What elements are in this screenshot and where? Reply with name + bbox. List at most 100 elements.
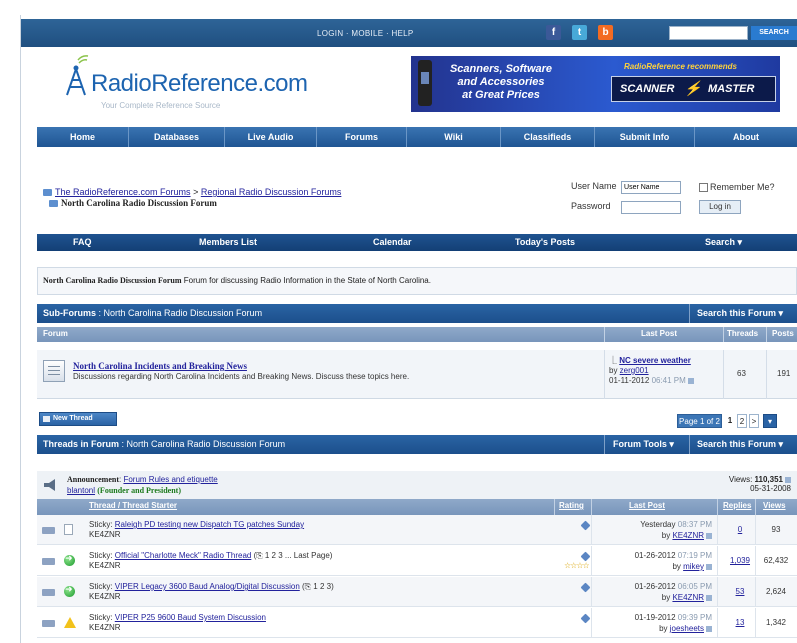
scanner-master-banner[interactable]: Scanners, Software and Accessories at Gr…	[411, 56, 780, 112]
thread-title-link[interactable]: VIPER Legacy 3600 Baud Analog/Digital Di…	[115, 582, 300, 591]
go-to-last-post-icon[interactable]	[706, 594, 712, 601]
username-input[interactable]	[621, 181, 682, 194]
col-forum: Forum	[43, 329, 68, 338]
col-posts: Posts	[772, 329, 794, 338]
subforum-posts-count: 191	[777, 369, 791, 378]
thread-replies-link[interactable]: 13	[727, 618, 753, 627]
password-input[interactable]	[621, 201, 682, 214]
page-of-label[interactable]: Page 1 of 2	[677, 414, 722, 428]
sticky-status-icon	[42, 620, 55, 627]
forum-home-icon	[43, 189, 52, 197]
megaphone-icon	[44, 479, 55, 491]
sticky-status-icon	[42, 527, 55, 534]
subforum-title-link[interactable]: North Carolina Incidents and Breaking Ne…	[73, 361, 247, 371]
page: LOGIN · MOBILE · HELP f t b SEARCH Radio…	[20, 15, 797, 643]
subforums-header: Sub-Forums : North Carolina Radio Discus…	[37, 304, 797, 323]
last-post-user-link[interactable]: zerg001	[620, 366, 649, 375]
site-search-button[interactable]: SEARCH	[751, 26, 797, 40]
subnav-search[interactable]: Search ▾	[705, 237, 742, 248]
new-thread-button[interactable]: New Thread	[39, 412, 117, 426]
nav-wiki[interactable]: Wiki	[407, 127, 501, 147]
col-lastpost[interactable]: Last Post	[629, 501, 665, 510]
site-logo[interactable]: RadioReference.com	[91, 70, 308, 98]
twitter-icon[interactable]: t	[572, 25, 587, 40]
col-thread[interactable]: Thread / Thread Starter	[89, 501, 177, 510]
top-links[interactable]: LOGIN · MOBILE · HELP	[317, 29, 414, 38]
col-views[interactable]: Views	[763, 501, 786, 510]
thread-starter: KE4ZNR	[89, 561, 121, 570]
page-next-link[interactable]: >	[749, 414, 759, 428]
main-nav: Home Databases Live Audio Forums Wiki Cl…	[37, 127, 797, 147]
nav-classifieds[interactable]: Classifieds	[501, 127, 595, 147]
subforums-search-dropdown[interactable]: Search this Forum ▾	[697, 308, 783, 319]
banner-recommends: RadioReference recommends	[624, 62, 737, 71]
page-2-link[interactable]: 2	[737, 414, 747, 428]
thread-warning-icon	[64, 617, 76, 628]
nav-forums[interactable]: Forums	[317, 127, 407, 147]
thread-last-post: 01-26-2012 07:19 PM by mikey	[634, 551, 712, 571]
threads-header: Threads in Forum : North Carolina Radio …	[37, 435, 797, 454]
announcement-title-link[interactable]: Forum Rules and etiquette	[123, 475, 217, 484]
announcement-user-role: (Founder and President)	[97, 486, 181, 495]
go-to-last-post-icon[interactable]	[706, 625, 712, 632]
page-jump-dropdown[interactable]: ▾	[763, 414, 777, 428]
thread-replies-link[interactable]: 1,039	[727, 556, 753, 565]
nav-databases[interactable]: Databases	[129, 127, 225, 147]
thread-replies-link[interactable]: 53	[727, 587, 753, 596]
announcement-row: Announcement: Forum Rules and etiquette …	[37, 471, 797, 501]
subforum-last-post: ⎿ NC severe weather by zerg001 01-11-201…	[609, 356, 694, 386]
threads-column-header: Thread / Thread Starter Rating Last Post…	[37, 499, 797, 515]
thread-row: Sticky: VIPER Legacy 3600 Baud Analog/Di…	[37, 577, 797, 607]
last-poster-link[interactable]: KE4ZNR	[672, 593, 704, 602]
pin-icon	[580, 520, 591, 531]
announcement-stats: Views: 110,351 05-31-2008	[728, 475, 791, 493]
page-current: 1	[727, 416, 733, 425]
subnav-faq[interactable]: FAQ	[73, 237, 92, 247]
remember-me-checkbox[interactable]	[699, 183, 708, 193]
last-poster-link[interactable]: mikey	[683, 562, 704, 571]
last-poster-link[interactable]: KE4ZNR	[672, 531, 704, 540]
breadcrumb-forums-link[interactable]: The RadioReference.com Forums	[55, 187, 191, 197]
blogger-icon[interactable]: b	[598, 25, 613, 40]
forum-tools-dropdown[interactable]: Forum Tools ▾	[613, 439, 674, 450]
facebook-icon[interactable]: f	[546, 25, 561, 40]
pin-icon	[580, 613, 591, 624]
thread-title-link[interactable]: Official "Charlotte Meck" Radio Thread	[115, 551, 252, 560]
nav-about[interactable]: About	[695, 127, 797, 147]
thread-views: 62,432	[763, 556, 789, 565]
last-post-title-link[interactable]: NC severe weather	[619, 356, 691, 365]
breadcrumb: The RadioReference.com Forums > Regional…	[43, 187, 341, 197]
thread-row: Sticky: VIPER P25 9600 Baud System Discu…	[37, 608, 797, 638]
pin-icon	[580, 551, 591, 562]
thread-row: Sticky: Raleigh PD testing new Dispatch …	[37, 515, 797, 545]
subnav-todays-posts[interactable]: Today's Posts	[515, 237, 575, 247]
banner-slogan: Scanners, Software and Accessories at Gr…	[449, 63, 553, 101]
nav-live-audio[interactable]: Live Audio	[225, 127, 317, 147]
forum-description-text: Forum for discussing Radio Information i…	[181, 276, 431, 285]
pin-icon	[580, 582, 591, 593]
forum-description-title: North Carolina Radio Discussion Forum	[43, 276, 182, 285]
thread-views: 93	[771, 525, 781, 534]
go-to-announcement-icon[interactable]	[785, 476, 791, 483]
threads-search-dropdown[interactable]: Search this Forum ▾	[697, 439, 783, 450]
go-to-last-post-icon[interactable]	[706, 563, 712, 570]
col-replies[interactable]: Replies	[723, 501, 751, 510]
col-rating[interactable]: Rating	[559, 501, 584, 510]
site-search-input[interactable]	[669, 26, 748, 40]
breadcrumb-current: North Carolina Radio Discussion Forum	[49, 198, 217, 208]
go-to-last-post-icon[interactable]	[706, 532, 712, 539]
last-poster-link[interactable]: joesheets	[670, 624, 704, 633]
top-bar: LOGIN · MOBILE · HELP f t b SEARCH	[21, 19, 797, 47]
thread-icon	[64, 524, 73, 535]
thread-title-link[interactable]: VIPER P25 9600 Baud System Discussion	[115, 613, 266, 622]
thread-replies-link[interactable]: 0	[727, 525, 753, 534]
announcement-user-link[interactable]: blantonl	[67, 486, 95, 495]
breadcrumb-regional-link[interactable]: Regional Radio Discussion Forums	[201, 187, 342, 197]
nav-submit-info[interactable]: Submit Info	[595, 127, 695, 147]
nav-home[interactable]: Home	[37, 127, 129, 147]
subnav-calendar[interactable]: Calendar	[373, 237, 412, 247]
thread-title-link[interactable]: Raleigh PD testing new Dispatch TG patch…	[115, 520, 304, 529]
go-to-post-icon[interactable]	[687, 377, 694, 384]
subnav-members-list[interactable]: Members List	[199, 237, 257, 247]
login-button[interactable]: Log in	[699, 200, 741, 214]
